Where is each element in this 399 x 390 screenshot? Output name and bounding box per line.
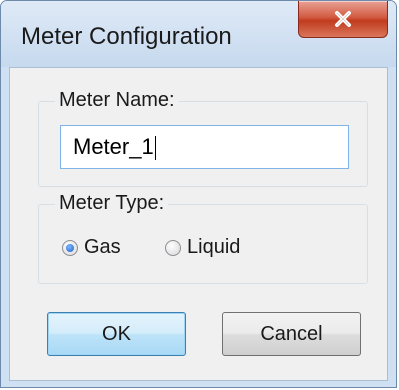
close-button[interactable] bbox=[298, 1, 388, 38]
close-icon bbox=[335, 11, 351, 27]
radio-liquid[interactable]: Liquid bbox=[165, 236, 240, 259]
window-title: Meter Configuration bbox=[21, 23, 232, 50]
radio-liquid-indicator[interactable] bbox=[165, 239, 181, 256]
meter-name-label: Meter Name: bbox=[55, 89, 179, 112]
meter-type-label: Meter Type: bbox=[55, 192, 169, 215]
ok-button-label: OK bbox=[102, 322, 131, 345]
text-caret bbox=[154, 136, 156, 161]
radio-selected-dot bbox=[66, 243, 74, 252]
cancel-button[interactable]: Cancel bbox=[222, 312, 361, 356]
radio-gas-label: Gas bbox=[84, 236, 121, 258]
cancel-button-label: Cancel bbox=[260, 322, 323, 345]
meter-name-value: Meter_1 bbox=[73, 134, 154, 159]
meter-name-input[interactable]: Meter_1 bbox=[60, 125, 349, 169]
radio-gas-indicator[interactable] bbox=[62, 239, 78, 256]
radio-gas[interactable]: Gas bbox=[62, 236, 121, 259]
title-bar[interactable]: Meter Configuration bbox=[1, 1, 396, 67]
ok-button[interactable]: OK bbox=[47, 312, 186, 356]
radio-liquid-label: Liquid bbox=[187, 236, 241, 258]
